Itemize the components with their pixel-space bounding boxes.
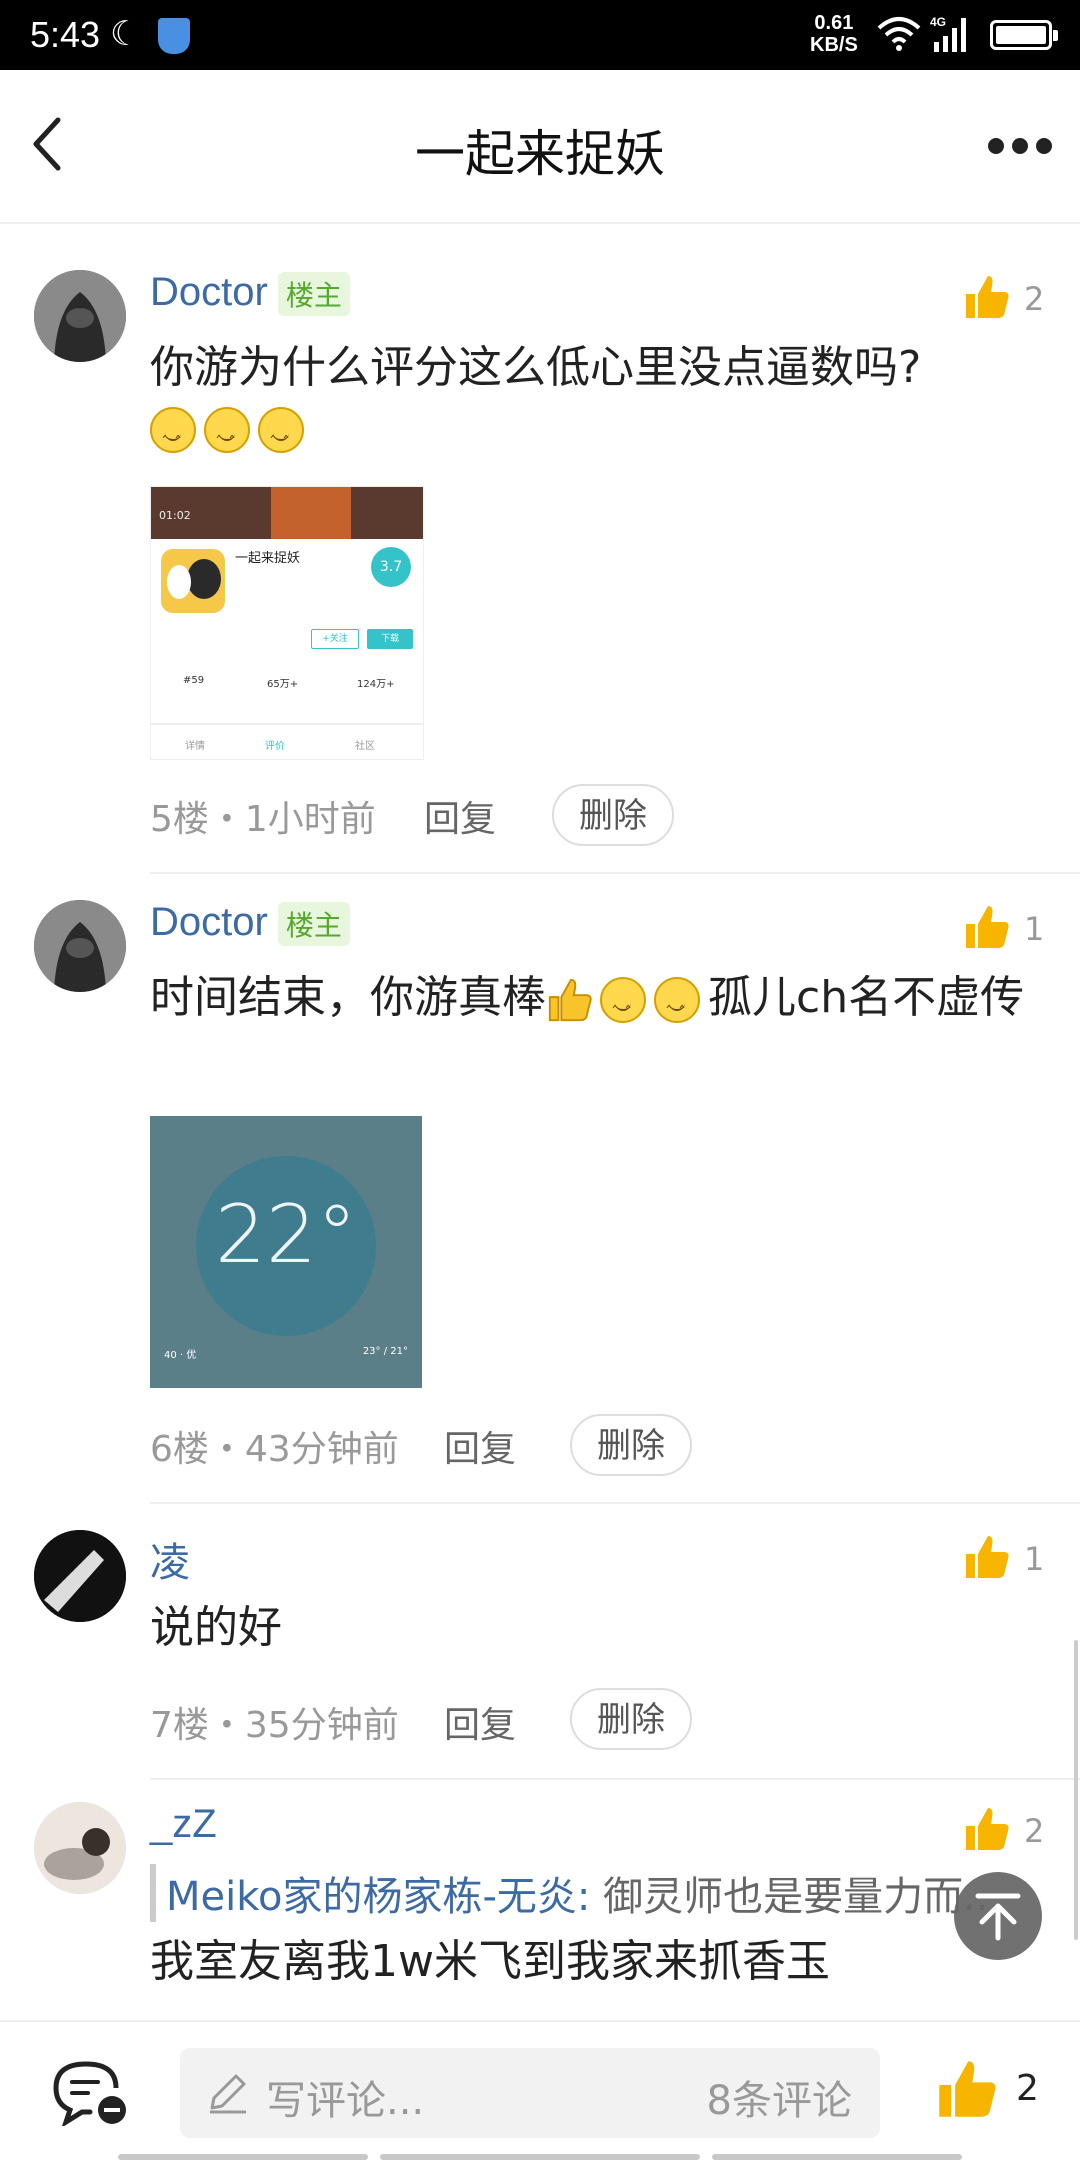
- shield-icon: [158, 18, 190, 54]
- arrow-up-icon: [975, 1893, 1021, 1941]
- username[interactable]: Doctor 楼主: [150, 270, 350, 317]
- stat-rank: #59: [183, 675, 205, 686]
- divider: [150, 872, 1080, 874]
- image-tab-detail: 详情: [185, 741, 205, 752]
- like-count: 1: [1024, 1540, 1045, 1578]
- like-count: 2: [1024, 280, 1045, 318]
- avatar[interactable]: [34, 1530, 126, 1622]
- follow-button: +关注: [311, 629, 359, 649]
- comment-list-icon[interactable]: [50, 2060, 130, 2126]
- like-icon[interactable]: [934, 2056, 1000, 2122]
- status-time: 5:43: [30, 14, 101, 55]
- quoted-username: Meiko家的杨家栋-无炎:: [166, 1874, 591, 1920]
- like-icon[interactable]: [962, 902, 1012, 952]
- like-icon[interactable]: [962, 1532, 1012, 1582]
- comment-image[interactable]: 22° 40 · 优 23° / 21°: [150, 1116, 422, 1388]
- smile-emoji-icon: [258, 407, 304, 473]
- floor-time: 7楼・35分钟前: [150, 1705, 399, 1746]
- owner-badge: 楼主: [277, 902, 350, 947]
- weather-range: 23° / 21°: [362, 1346, 408, 1357]
- weather-aqi: 40 · 优: [164, 1350, 197, 1361]
- avatar[interactable]: [34, 1802, 126, 1894]
- comment-text: 时间结束，你游真棒 孤儿ch名不虚传: [150, 968, 1050, 1043]
- smile-emoji-icon: [150, 407, 196, 473]
- home-indicator: [0, 2150, 1080, 2160]
- thumbs-up-emoji-icon: [548, 978, 592, 1022]
- delete-button[interactable]: 删除: [570, 1414, 692, 1476]
- like-count: 2: [1024, 1812, 1045, 1850]
- comment-image[interactable]: 01:02 一起来捉妖 3.7 +关注 下载 #59 65万+ 124万+ 详情…: [150, 486, 424, 760]
- like-icon[interactable]: [962, 272, 1012, 322]
- stat-fans: 124万+: [357, 679, 395, 690]
- username[interactable]: _zZ: [150, 1802, 217, 1847]
- status-bar: 5:43 ☾ 0.61 KB/S 4G: [0, 0, 1080, 70]
- divider: [150, 1502, 1080, 1504]
- username[interactable]: Doctor 楼主: [150, 900, 350, 947]
- username-text: Doctor: [150, 900, 268, 944]
- smile-emoji-icon: [654, 977, 700, 1043]
- like-icon[interactable]: [962, 1804, 1012, 1854]
- divider: [150, 1778, 1080, 1780]
- speed-unit: KB/S: [810, 34, 858, 56]
- scrollbar[interactable]: [1074, 1640, 1078, 1940]
- comment-input[interactable]: 写评论... 8条评论: [180, 2048, 880, 2138]
- image-tab-review: 评价: [265, 741, 285, 752]
- page-title: 一起来捉妖: [415, 125, 665, 183]
- username-text: Doctor: [150, 270, 268, 314]
- network-speed: 0.61 KB/S: [810, 12, 858, 56]
- quoted-text: 御灵师也是要量力而...: [590, 1874, 1002, 1920]
- app-icon: [161, 549, 225, 613]
- app-name: 一起来捉妖: [235, 551, 301, 566]
- like-count: 1: [1024, 910, 1045, 948]
- username[interactable]: 凌: [150, 1530, 190, 1588]
- floor-time: 5楼・1小时前: [150, 799, 376, 840]
- comment-text: 我室友离我1w米飞到我家来抓香玉: [150, 1936, 830, 1987]
- comment-text-part: 时间结束，你游真棒: [150, 972, 546, 1023]
- smile-emoji-icon: [204, 407, 250, 473]
- reply-button[interactable]: 回复: [444, 1696, 516, 1748]
- comment-text: 你游为什么评分这么低心里没点逼数吗?: [150, 338, 1050, 473]
- delete-button[interactable]: 删除: [570, 1688, 692, 1750]
- avatar[interactable]: [34, 900, 126, 992]
- comment-text: 说的好: [150, 1602, 282, 1653]
- reply-button[interactable]: 回复: [444, 1420, 516, 1472]
- battery-icon: [990, 20, 1058, 50]
- delete-button[interactable]: 删除: [552, 784, 674, 846]
- rating-badge: 3.7: [371, 547, 411, 587]
- network-type: 4G: [930, 15, 946, 29]
- video-time: 01:02: [159, 509, 191, 522]
- scroll-to-top-button[interactable]: [954, 1872, 1042, 1960]
- download-button: 下载: [367, 629, 413, 649]
- stat-downloads: 65万+: [267, 679, 299, 690]
- comment-text-content: 你游为什么评分这么低心里没点逼数吗?: [150, 342, 922, 393]
- video-bar: 01:02: [151, 487, 423, 539]
- pencil-icon: [210, 2074, 246, 2114]
- nav-bar: 一起来捉妖: [0, 70, 1080, 224]
- signal-icon: 4G: [930, 15, 966, 52]
- comment-placeholder: 写评论...: [266, 2078, 425, 2124]
- quoted-reply[interactable]: Meiko家的杨家栋-无炎: 御灵师也是要量力而...: [150, 1864, 1026, 1922]
- speed-value: 0.61: [814, 12, 854, 34]
- floor-time: 6楼・43分钟前: [150, 1429, 399, 1470]
- owner-badge: 楼主: [277, 272, 350, 317]
- wifi-icon: [877, 17, 921, 51]
- weather-temp: 22°: [215, 1188, 357, 1281]
- smile-emoji-icon: [600, 977, 646, 1043]
- bottom-bar: 写评论... 8条评论 2: [0, 2020, 1080, 2162]
- image-tab-community: 社区: [355, 741, 375, 752]
- like-count: 2: [1016, 2068, 1039, 2109]
- avatar[interactable]: [34, 270, 126, 362]
- more-options-icon[interactable]: [980, 126, 1060, 166]
- reply-button[interactable]: 回复: [424, 790, 496, 842]
- comment-count[interactable]: 8条评论: [707, 2068, 852, 2126]
- comment-text-part: 孤儿ch名不虚传: [708, 972, 1025, 1023]
- moon-icon: ☾: [110, 14, 141, 54]
